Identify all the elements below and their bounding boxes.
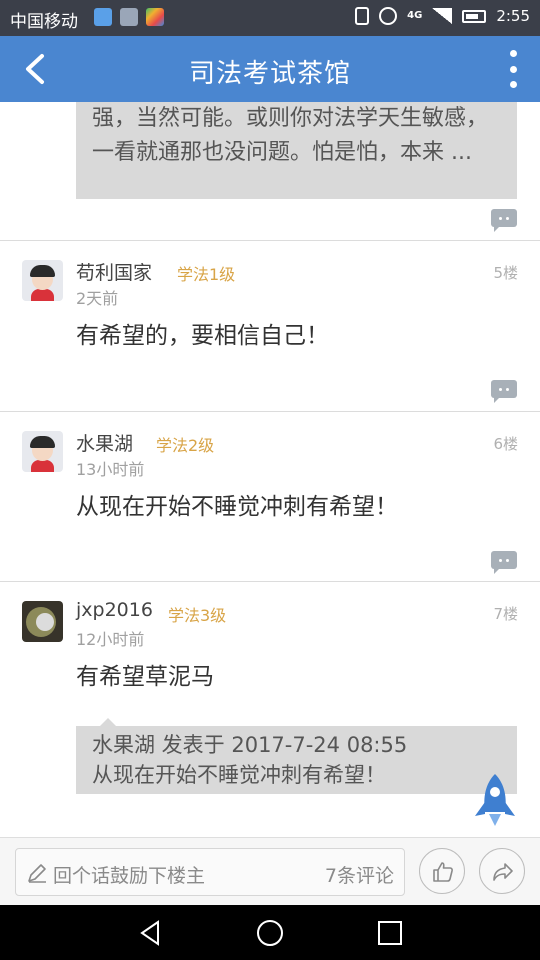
like-button[interactable] bbox=[419, 848, 465, 894]
network-type: 4G bbox=[407, 10, 423, 21]
reply-placeholder: 回个话鼓励下楼主 bbox=[53, 865, 206, 887]
post-item: jxp2016 学法3级 7楼 12小时前 有希望草泥马 水果湖 发表于 201… bbox=[0, 581, 540, 837]
page-title: 司法考试茶馆 bbox=[188, 59, 351, 89]
app-header: 司法考试茶馆 bbox=[0, 36, 540, 102]
share-icon bbox=[493, 863, 513, 881]
user-level-badge: 学法1级 bbox=[177, 265, 236, 284]
back-triangle-icon[interactable] bbox=[136, 919, 164, 947]
thread-content[interactable]: 强，当然可能。或则你对法学天生敏感，一看就通那也没问题。怕是怕，本来 ... 苟… bbox=[0, 102, 540, 837]
status-bar: 中国移动 4G 2:55 bbox=[0, 0, 540, 36]
alarm-icon bbox=[379, 7, 398, 25]
carrier-name: 中国移动 bbox=[10, 12, 78, 32]
reply-icon[interactable] bbox=[491, 380, 517, 403]
rocket-icon[interactable] bbox=[472, 772, 518, 830]
username[interactable]: 苟利国家 bbox=[76, 258, 152, 285]
post-text: 有希望的，要相信自己！ bbox=[76, 323, 329, 349]
username[interactable]: 水果湖 bbox=[76, 429, 133, 456]
more-vertical-icon[interactable] bbox=[508, 50, 518, 88]
vibrate-icon bbox=[355, 7, 370, 25]
reply-header: 水果湖 发表于 2017-7-24 08:55 bbox=[92, 733, 408, 757]
share-button[interactable] bbox=[479, 848, 525, 894]
signal-icon bbox=[432, 8, 453, 24]
post-time: 13小时前 bbox=[76, 460, 145, 479]
reply-text: 从现在开始不睡觉冲刺有希望！ bbox=[92, 763, 386, 787]
comment-count[interactable]: 7条评论 bbox=[325, 861, 394, 888]
thumbs-up-icon bbox=[433, 862, 453, 882]
post-text: 从现在开始不睡觉冲刺有希望！ bbox=[76, 494, 398, 520]
post-time: 2天前 bbox=[76, 289, 119, 308]
bottom-bar: 回个话鼓励下楼主 7条评论 bbox=[0, 837, 540, 905]
reply-icon[interactable] bbox=[491, 209, 517, 232]
status-time: 2:55 bbox=[496, 7, 530, 25]
quoted-reply: 水果湖 发表于 2017-7-24 08:55 从现在开始不睡觉冲刺有希望！ bbox=[76, 718, 517, 794]
floor-number: 6楼 bbox=[493, 435, 518, 453]
floor-number: 7楼 bbox=[493, 605, 518, 623]
play-store-icon bbox=[146, 8, 164, 26]
user-level-badge: 学法2级 bbox=[156, 436, 215, 455]
pencil-icon bbox=[28, 864, 46, 883]
post-time: 12小时前 bbox=[76, 630, 145, 649]
floor-number: 5楼 bbox=[493, 264, 518, 282]
post-item: 苟利国家 学法1级 5楼 2天前 有希望的，要相信自己！ bbox=[0, 240, 540, 410]
image-icon bbox=[120, 8, 138, 26]
post-item: 水果湖 学法2级 6楼 13小时前 从现在开始不睡觉冲刺有希望！ bbox=[0, 411, 540, 581]
username[interactable]: jxp2016 bbox=[76, 599, 153, 621]
home-circle-icon[interactable] bbox=[256, 919, 284, 947]
user-level-badge: 学法3级 bbox=[168, 606, 227, 625]
avatar[interactable] bbox=[22, 431, 63, 472]
reply-input[interactable]: 回个话鼓励下楼主 7条评论 bbox=[15, 848, 405, 896]
recents-square-icon[interactable] bbox=[376, 919, 404, 947]
avatar[interactable] bbox=[22, 260, 63, 301]
system-nav-bar bbox=[0, 905, 540, 960]
notification-icon bbox=[94, 8, 112, 26]
quoted-text: 强，当然可能。或则你对法学天生敏感，一看就通那也没问题。怕是怕，本来 ... bbox=[76, 102, 517, 199]
reply-icon[interactable] bbox=[491, 551, 517, 574]
avatar[interactable] bbox=[22, 601, 63, 642]
battery-icon bbox=[462, 9, 487, 23]
post-text: 有希望草泥马 bbox=[76, 664, 214, 690]
